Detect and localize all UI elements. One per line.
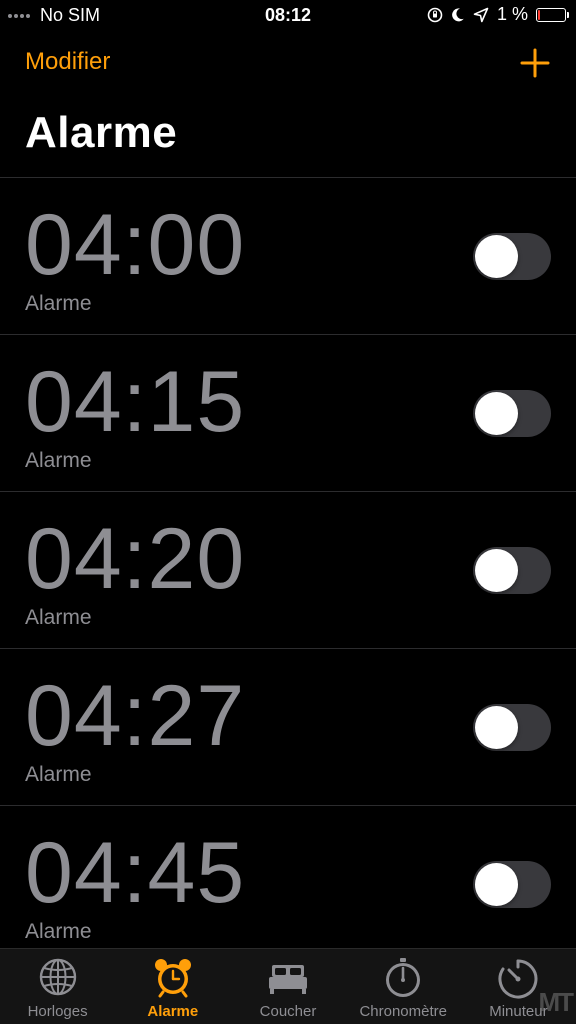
- battery-icon: [536, 7, 569, 22]
- stopwatch-icon: [386, 958, 421, 997]
- globe-icon: [39, 958, 76, 996]
- alarm-toggle[interactable]: [473, 547, 551, 594]
- tab-label: Chronomètre: [359, 1003, 447, 1020]
- alarm-time: 04:00: [25, 197, 246, 293]
- battery-level: [538, 9, 540, 20]
- alarm-row[interactable]: 04:27 Alarme: [0, 648, 576, 805]
- alarm-time: 04:15: [25, 354, 246, 450]
- alarm-row[interactable]: 04:15 Alarme: [0, 334, 576, 491]
- watermark-logo: MT: [538, 987, 574, 1017]
- toggle-knob: [475, 863, 518, 906]
- alarm-toggle[interactable]: [473, 233, 551, 280]
- alarm-row[interactable]: 04:20 Alarme: [0, 491, 576, 648]
- tab-label: Alarme: [147, 1003, 199, 1020]
- alarm-time: 04:45: [25, 825, 246, 921]
- tab-chronometre[interactable]: Chronomètre: [346, 949, 461, 1024]
- alarm-label: Alarme: [25, 606, 92, 629]
- edit-button[interactable]: Modifier: [25, 48, 110, 76]
- alarm-toggle[interactable]: [473, 390, 551, 437]
- status-right: 1 %: [427, 4, 569, 25]
- battery-percent: 1 %: [496, 4, 528, 24]
- alarm-label: Alarme: [25, 920, 92, 943]
- orientation-lock-icon: [427, 7, 443, 22]
- alarm-clock-icon: [154, 959, 191, 998]
- alarm-label: Alarme: [25, 763, 92, 786]
- alarm-label: Alarme: [25, 292, 92, 315]
- alarm-row[interactable]: 04:00 Alarme: [0, 177, 576, 334]
- tab-label: Horloges: [27, 1003, 88, 1020]
- tab-bar: Horloges Alarme Coucher Chronomètre Minu…: [0, 948, 576, 1024]
- moon-icon: [452, 7, 464, 21]
- toggle-knob: [475, 706, 518, 749]
- tab-label: Coucher: [259, 1003, 317, 1020]
- alarm-toggle[interactable]: [473, 704, 551, 751]
- toggle-knob: [475, 549, 518, 592]
- alarm-time: 04:27: [25, 668, 246, 764]
- bed-icon: [269, 965, 307, 994]
- location-arrow-icon: [473, 7, 489, 22]
- page-title: Alarme: [25, 108, 178, 157]
- plus-icon[interactable]: [520, 48, 550, 78]
- status-bar: No SIM 08:12 1 %: [0, 0, 576, 32]
- toggle-knob: [475, 392, 518, 435]
- tab-alarme[interactable]: Alarme: [115, 949, 230, 1024]
- tab-horloges[interactable]: Horloges: [0, 949, 115, 1024]
- alarm-toggle[interactable]: [473, 861, 551, 908]
- toggle-knob: [475, 235, 518, 278]
- alarm-list: 04:00 Alarme 04:15 Alarme 04:20 Alarme 0…: [0, 177, 576, 962]
- alarm-row[interactable]: 04:45 Alarme: [0, 805, 576, 962]
- timer-icon: [498, 959, 538, 999]
- tab-coucher[interactable]: Coucher: [230, 949, 345, 1024]
- alarm-label: Alarme: [25, 449, 92, 472]
- alarm-time: 04:20: [25, 511, 246, 607]
